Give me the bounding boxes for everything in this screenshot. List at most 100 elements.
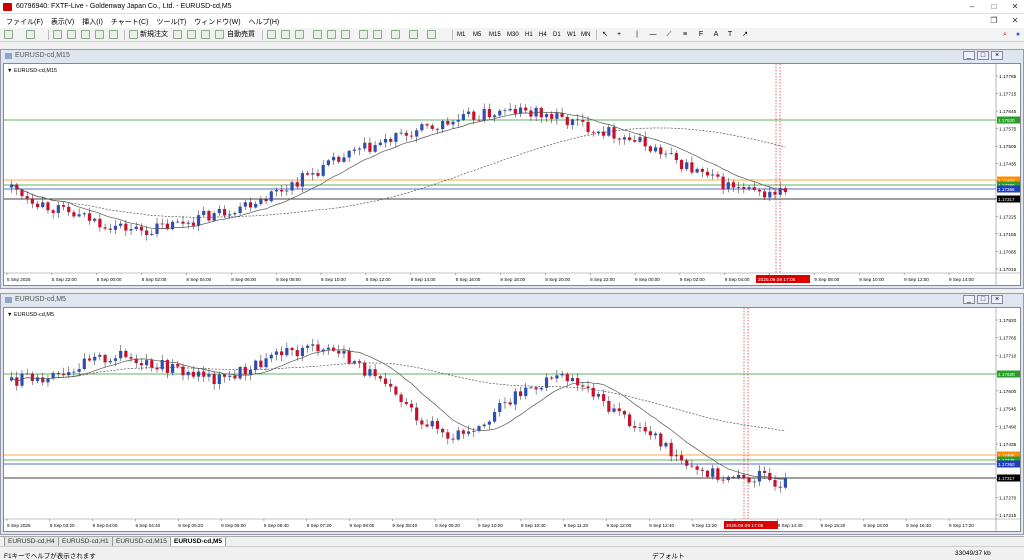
menu-view[interactable]: 表示(V): [51, 17, 74, 27]
new-order-button[interactable]: 新規注文: [140, 30, 168, 40]
menu-help[interactable]: ヘルプ(H): [249, 17, 280, 27]
candle-body: [570, 119, 575, 125]
chart-close-button[interactable]: ×: [991, 51, 1003, 60]
timeframe-m15[interactable]: M15: [489, 30, 501, 40]
chart-window-icon: [5, 53, 12, 59]
search-icon[interactable]: ⌕: [1000, 30, 1010, 40]
chart-window-header: EURUSD-cd,M15 _ □ ×: [1, 50, 1023, 62]
chart-plot-area[interactable]: ▼ EURUSD-cd,M5 1.17820 1.17765 1.17710 1.176…: [3, 307, 1021, 532]
menu-chart[interactable]: チャート(C): [111, 17, 149, 27]
tile-windows-icon[interactable]: [341, 30, 350, 39]
templates-icon[interactable]: [427, 30, 436, 39]
candle-body: [498, 403, 502, 412]
mdi-restore-button[interactable]: ❐: [988, 16, 1000, 26]
candle-body: [300, 347, 305, 357]
menu-window[interactable]: ウィンドウ(W): [194, 17, 240, 27]
time-tick-label: 8 Sep 04:00: [186, 277, 211, 282]
timeframe-m1[interactable]: M1: [457, 30, 465, 40]
candle-body: [238, 206, 242, 214]
candle-body: [607, 400, 611, 412]
period-icon[interactable]: [409, 30, 418, 39]
chart-plot-area[interactable]: ▼ EURUSD-cd,M15 1.17785 1.17715 1.17645 1.17…: [3, 63, 1021, 286]
market-watch-icon[interactable]: [53, 30, 62, 39]
price-level-label: 1.17366: [998, 187, 1015, 192]
auto-trading-button[interactable]: 自動売買: [227, 30, 255, 40]
terminal-icon[interactable]: [95, 30, 104, 39]
new-chart-icon[interactable]: [4, 30, 13, 39]
minimize-window-button[interactable]: –: [966, 2, 978, 12]
new-order-icon[interactable]: [129, 30, 138, 39]
candle-body: [280, 351, 284, 356]
menu-file[interactable]: ファイル(F): [6, 17, 43, 27]
data-window-icon[interactable]: [67, 30, 76, 39]
zoom-in-icon[interactable]: [313, 30, 322, 39]
time-tick-label: 9 Sep 14:40: [778, 523, 803, 528]
arrows-icon[interactable]: ↗: [740, 30, 750, 40]
chart-maximize-button[interactable]: □: [977, 295, 989, 304]
cursor-icon[interactable]: ↖: [600, 30, 610, 40]
candle-body: [664, 153, 668, 155]
bar-chart-icon[interactable]: [267, 30, 276, 39]
chart-minimize-button[interactable]: _: [963, 295, 975, 304]
trendline-icon[interactable]: ⟋: [664, 30, 674, 40]
help-icon[interactable]: ●: [1013, 30, 1023, 40]
timeframe-h4[interactable]: H4: [539, 30, 547, 40]
timeframe-mn[interactable]: MN: [581, 30, 590, 40]
timeframe-d1[interactable]: D1: [553, 30, 561, 40]
crosshair-icon[interactable]: +: [614, 30, 624, 40]
profiles-icon[interactable]: [26, 30, 35, 39]
text-label-icon[interactable]: A: [711, 30, 721, 40]
candle-body: [61, 205, 66, 207]
auto-scroll-icon[interactable]: [359, 30, 368, 39]
price-tick-label: 1.17435: [999, 162, 1017, 168]
navigator-icon[interactable]: [81, 30, 90, 39]
chart-close-button[interactable]: ×: [991, 295, 1003, 304]
timeframe-m30[interactable]: M30: [507, 30, 519, 40]
chart-minimize-button[interactable]: _: [963, 51, 975, 60]
candle-body: [285, 190, 289, 192]
indicators-icon[interactable]: [391, 30, 400, 39]
line-chart-icon[interactable]: [295, 30, 304, 39]
vertical-line-icon[interactable]: |: [632, 30, 642, 40]
time-tick-label: 9 Sep 04:00: [725, 277, 750, 282]
close-window-button[interactable]: ✕: [1009, 2, 1021, 12]
timeframe-h1[interactable]: H1: [525, 30, 533, 40]
text-icon[interactable]: T: [725, 30, 735, 40]
candle-body: [139, 226, 144, 231]
candle-body: [202, 371, 206, 377]
horizontal-line-icon[interactable]: —: [648, 30, 658, 40]
price-chart[interactable]: ▼ EURUSD-cd,M5 1.17820 1.17765 1.17710 1.176…: [4, 308, 1021, 532]
candle-body: [61, 373, 66, 376]
menu-insert[interactable]: 挿入(I): [82, 17, 103, 27]
auto-trading-icon[interactable]: [215, 30, 224, 39]
strategy-tester-icon[interactable]: [109, 30, 118, 39]
candle-body: [274, 351, 279, 355]
mdi-close-button[interactable]: ✕: [1009, 16, 1021, 26]
candle-body: [711, 174, 715, 176]
equidistant-channel-icon[interactable]: ≡: [680, 30, 690, 40]
vps-icon[interactable]: [201, 30, 210, 39]
candle-body: [430, 125, 434, 129]
candle-body: [456, 119, 460, 122]
menu-tools[interactable]: ツール(T): [156, 17, 186, 27]
maximize-window-button[interactable]: □: [988, 2, 1000, 12]
candle-body: [617, 138, 621, 140]
chart-maximize-button[interactable]: □: [977, 51, 989, 60]
time-tick-label: 9 Sep 08:00: [350, 523, 375, 528]
candle-body: [191, 371, 195, 377]
timeframe-w1[interactable]: W1: [567, 30, 576, 40]
signals-icon[interactable]: [187, 30, 196, 39]
price-chart[interactable]: ▼ EURUSD-cd,M15 1.17785 1.17715 1.17645 1.17…: [4, 64, 1021, 286]
candle-body: [342, 350, 346, 354]
candle-body: [363, 362, 367, 376]
candle-body: [425, 124, 429, 126]
metaeditor-icon[interactable]: [173, 30, 182, 39]
fibonacci-icon[interactable]: F: [696, 30, 706, 40]
zoom-out-icon[interactable]: [327, 30, 336, 39]
timeframe-m5[interactable]: M5: [473, 30, 481, 40]
candle-body: [539, 107, 543, 118]
candle-body: [472, 431, 476, 432]
chart-shift-icon[interactable]: [373, 30, 382, 39]
time-tick-label: 9 Sep 04:00: [93, 523, 118, 528]
candlestick-icon[interactable]: [281, 30, 290, 39]
